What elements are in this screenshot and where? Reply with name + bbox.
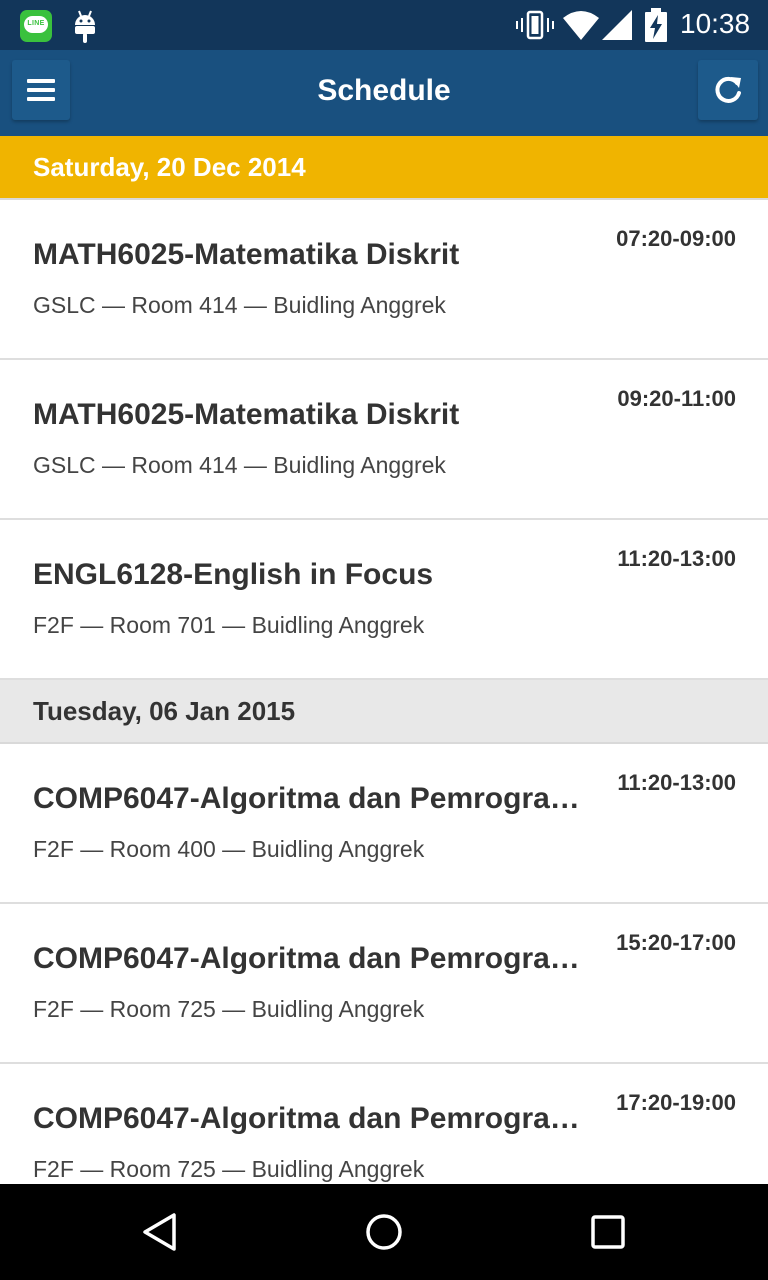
class-location: F2F — Room 725 — Buidling Anggrek bbox=[33, 1156, 425, 1182]
back-icon[interactable] bbox=[140, 1212, 180, 1252]
class-location: GSLC — Room 414 — Buidling Anggrek bbox=[33, 292, 446, 318]
android-debug-icon bbox=[75, 10, 95, 43]
class-time: 17:20-19:00 bbox=[616, 1090, 736, 1115]
class-time: 11:20-13:00 bbox=[617, 770, 736, 795]
course-name: MATH6025-Matematika Diskrit bbox=[33, 398, 460, 431]
status-bar: LINE 10:38 bbox=[0, 0, 768, 50]
vibrate-icon bbox=[516, 10, 554, 40]
class-time: 09:20-11:00 bbox=[617, 386, 736, 411]
schedule-item[interactable]: COMP6047-Algoritma dan Pemrograman 15:20… bbox=[0, 904, 768, 1064]
status-time: 10:38 bbox=[680, 8, 751, 39]
refresh-icon bbox=[715, 76, 741, 103]
course-name: MATH6025-Matematika Diskrit bbox=[33, 238, 460, 271]
home-icon[interactable] bbox=[364, 1212, 404, 1252]
recents-icon[interactable] bbox=[590, 1214, 626, 1250]
course-name: COMP6047-Algoritma dan Pemrograman bbox=[33, 1102, 589, 1135]
schedule-item[interactable]: COMP6047-Algoritma dan Pemrograman 11:20… bbox=[0, 744, 768, 904]
navigation-bar bbox=[0, 1184, 768, 1280]
course-name: ENGL6128-English in Focus bbox=[33, 558, 434, 591]
cell-signal-icon bbox=[602, 10, 632, 40]
schedule-list[interactable]: Saturday, 20 Dec 2014 MATH6025-Matematik… bbox=[0, 136, 768, 1184]
wifi-icon bbox=[563, 11, 599, 40]
class-time: 11:20-13:00 bbox=[617, 546, 736, 571]
line-app-icon: LINE bbox=[20, 10, 52, 42]
schedule-item[interactable]: MATH6025-Matematika Diskrit 09:20-11:00 … bbox=[0, 360, 768, 520]
course-name: COMP6047-Algoritma dan Pemrograman bbox=[33, 782, 589, 815]
refresh-button[interactable] bbox=[698, 60, 758, 120]
schedule-item[interactable]: MATH6025-Matematika Diskrit 07:20-09:00 … bbox=[0, 200, 768, 360]
class-location: F2F — Room 701 — Buidling Anggrek bbox=[33, 612, 425, 638]
date-header: Tuesday, 06 Jan 2015 bbox=[0, 680, 768, 744]
class-location: GSLC — Room 414 — Buidling Anggrek bbox=[33, 452, 446, 478]
class-location: F2F — Room 400 — Buidling Anggrek bbox=[33, 836, 425, 862]
class-time: 15:20-17:00 bbox=[616, 930, 736, 955]
app-bar: Schedule bbox=[0, 50, 768, 136]
schedule-item[interactable]: COMP6047-Algoritma dan Pemrograman 17:20… bbox=[0, 1064, 768, 1184]
battery-charging-icon bbox=[645, 8, 667, 42]
schedule-item[interactable]: ENGL6128-English in Focus 11:20-13:00 F2… bbox=[0, 520, 768, 680]
course-name: COMP6047-Algoritma dan Pemrograman bbox=[33, 942, 589, 975]
class-time: 07:20-09:00 bbox=[616, 226, 736, 251]
date-header: Saturday, 20 Dec 2014 bbox=[0, 136, 768, 200]
class-location: F2F — Room 725 — Buidling Anggrek bbox=[33, 996, 425, 1022]
page-title: Schedule bbox=[317, 74, 451, 107]
